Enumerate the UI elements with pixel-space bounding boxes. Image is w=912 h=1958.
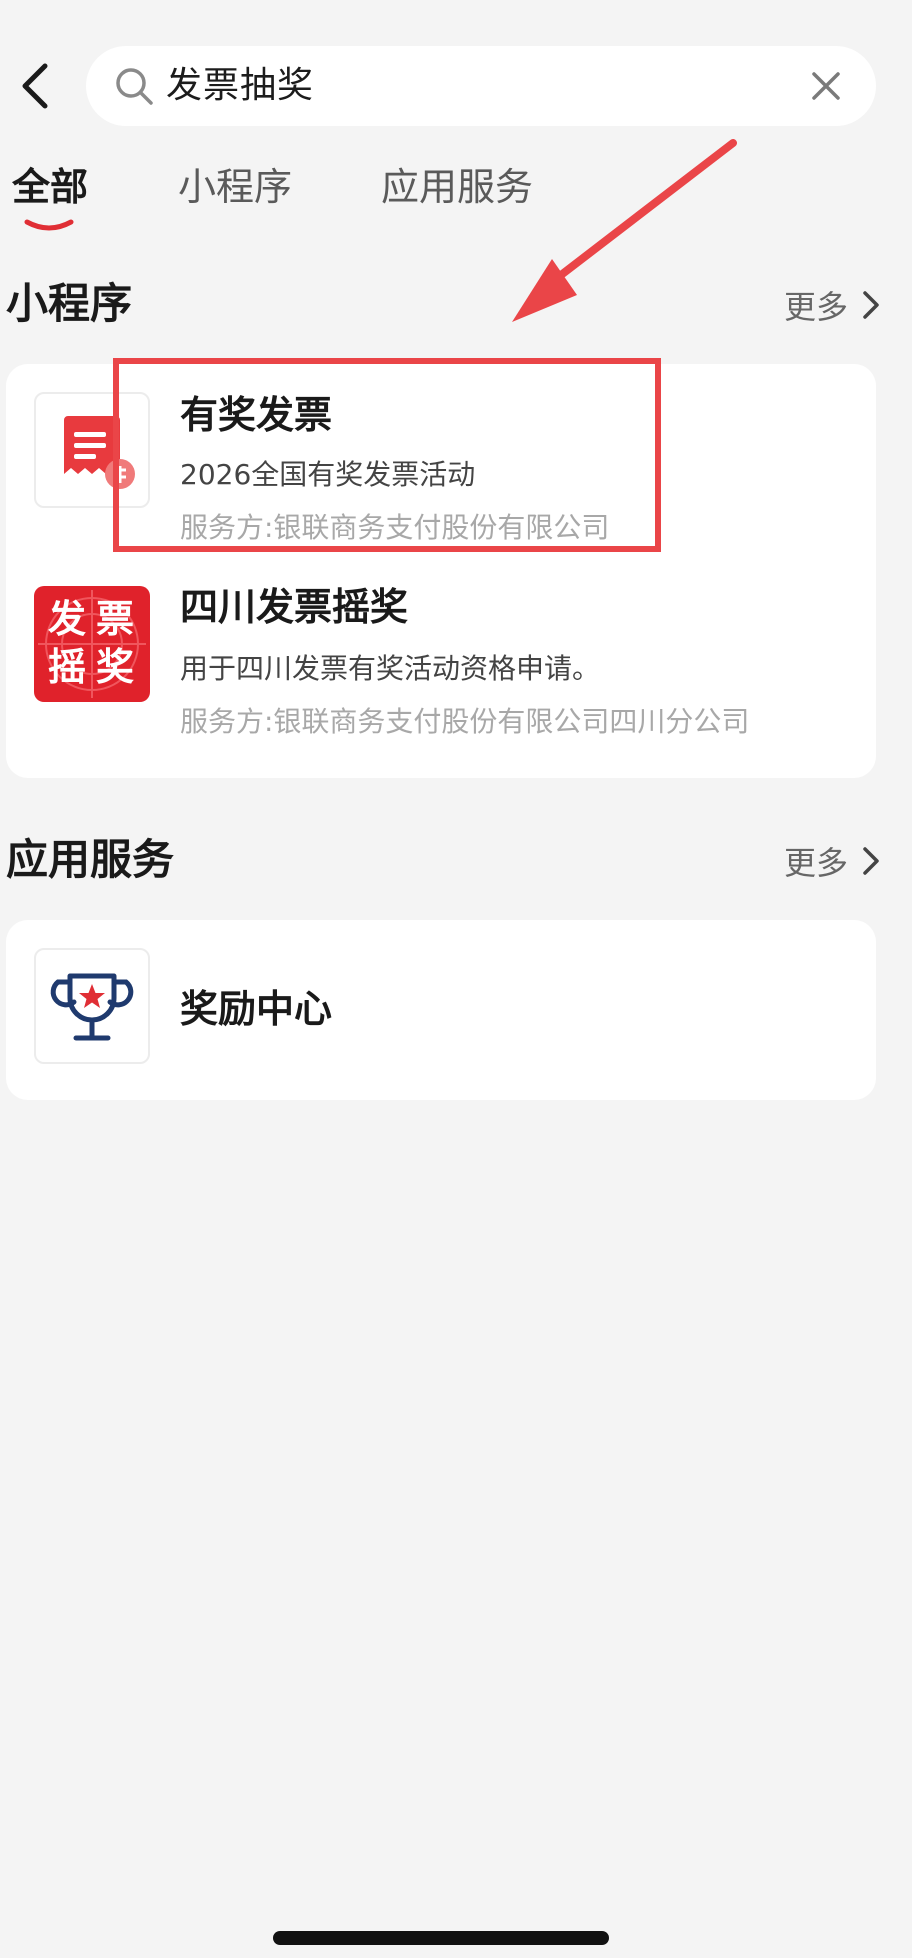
chevron-right-icon (863, 847, 879, 875)
mini-programs-section-title: 小程序 (6, 279, 133, 328)
app-icon (34, 948, 150, 1064)
tab-app-services[interactable]: 应用服务 (381, 162, 533, 212)
search-bar[interactable]: 发票抽奖 (86, 46, 876, 126)
trophy-icon (50, 973, 134, 1041)
more-label: 更多 (783, 288, 848, 326)
search-icon (116, 68, 153, 105)
item-description: 用于四川发票有奖活动资格申请。 (180, 652, 601, 685)
app-icon: 发 票 摇 奖 (34, 586, 150, 702)
mini-programs-more-link[interactable]: 更多 (770, 280, 880, 330)
tab-all[interactable]: 全部 (12, 162, 88, 212)
clear-search-button[interactable] (806, 66, 846, 106)
highlight-annotation-box (113, 358, 661, 552)
icon-char: 发 (48, 597, 87, 641)
home-indicator (273, 1931, 609, 1945)
icon-char: 摇 (48, 645, 87, 689)
back-button[interactable] (14, 60, 54, 112)
chevron-right-icon (863, 291, 879, 319)
list-item-reward-center[interactable]: 奖励中心 (6, 920, 876, 1100)
chevron-left-icon (22, 63, 48, 109)
icon-char: 奖 (96, 645, 135, 689)
more-label: 更多 (783, 844, 848, 882)
app-services-more-link[interactable]: 更多 (770, 836, 880, 886)
search-input[interactable]: 发票抽奖 (166, 62, 314, 110)
app-services-section-title: 应用服务 (6, 835, 175, 884)
icon-char: 票 (96, 597, 135, 641)
list-item-sichuan-fapiao-yaojiang[interactable]: 发 票 摇 奖 四川发票摇奖 用于四川发票有奖活动资格申请。 服务方:银联商务支… (6, 560, 876, 760)
item-title: 四川发票摇奖 (180, 585, 409, 629)
close-icon (812, 72, 840, 100)
tab-active-indicator (24, 219, 74, 231)
tab-mini-programs[interactable]: 小程序 (178, 162, 292, 212)
item-title: 奖励中心 (180, 987, 333, 1031)
item-provider: 服务方:银联商务支付股份有限公司四川分公司 (180, 705, 750, 738)
app-services-card: 奖励中心 (6, 920, 876, 1100)
